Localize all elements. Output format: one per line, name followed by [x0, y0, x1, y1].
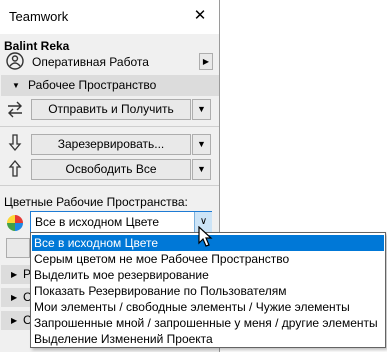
- exchange-arrows-icon: [4, 99, 26, 119]
- mode-label: Оперативная Работа: [32, 55, 149, 69]
- mode-expand-button[interactable]: ▶: [199, 53, 213, 70]
- reserve-button[interactable]: Зарезервировать...: [31, 134, 191, 155]
- down-arrow-icon: [4, 133, 26, 153]
- divider: [0, 185, 219, 186]
- color-workspaces-label: Цветные Рабочие Пространства:: [4, 195, 188, 209]
- close-icon[interactable]: ✕: [191, 7, 209, 25]
- expand-triangle-icon: ▶: [11, 316, 18, 325]
- color-mode-dropdown-list[interactable]: Все в исходном Цвете Серым цветом не мое…: [30, 232, 386, 348]
- dropdown-option[interactable]: Запрошенные мной / запрошенные у меня / …: [32, 315, 384, 331]
- color-mode-selected-value: Все в исходном Цвете: [35, 215, 160, 229]
- section-header-collapsed[interactable]: ▶ Р: [1, 265, 31, 284]
- title-bar[interactable]: Teamwork ✕: [0, 0, 219, 34]
- hidden-button[interactable]: [6, 238, 30, 258]
- section-header-collapsed[interactable]: ▶ С: [1, 288, 32, 307]
- send-receive-button[interactable]: Отправить и Получить: [31, 99, 191, 120]
- release-menu-button[interactable]: ▼: [192, 159, 211, 180]
- mouse-cursor-icon: [198, 225, 214, 248]
- dropdown-option[interactable]: Выделить мое резервирование: [32, 267, 384, 283]
- expand-triangle-icon: ▶: [11, 293, 18, 302]
- workspace-section-label: Рабочее Пространство: [28, 78, 157, 92]
- expand-triangle-icon: ▶: [11, 270, 18, 279]
- send-receive-menu-button[interactable]: ▼: [192, 99, 211, 120]
- window-title: Teamwork: [9, 9, 69, 24]
- release-all-button[interactable]: Освободить Все: [31, 159, 191, 180]
- dropdown-option[interactable]: Выделение Изменений Проекта: [32, 331, 384, 347]
- dropdown-option[interactable]: Мои элементы / свободные элементы / Чужи…: [32, 299, 384, 315]
- section-header-collapsed[interactable]: ▶ С: [1, 311, 32, 330]
- collapse-triangle-icon: ▼: [12, 81, 20, 90]
- color-wheel-icon: [6, 214, 24, 232]
- dropdown-option[interactable]: Показать Резервирование по Пользователям: [32, 283, 384, 299]
- color-mode-select[interactable]: Все в исходном Цвете ∨: [30, 211, 212, 233]
- workspace-section-header[interactable]: ▼ Рабочее Пространство: [1, 75, 219, 96]
- reserve-menu-button[interactable]: ▼: [192, 134, 211, 155]
- dropdown-option[interactable]: Серым цветом не мое Рабочее Пространство: [32, 251, 384, 267]
- people-icon: [4, 51, 26, 71]
- up-arrow-icon: [4, 158, 26, 178]
- divider: [0, 126, 219, 127]
